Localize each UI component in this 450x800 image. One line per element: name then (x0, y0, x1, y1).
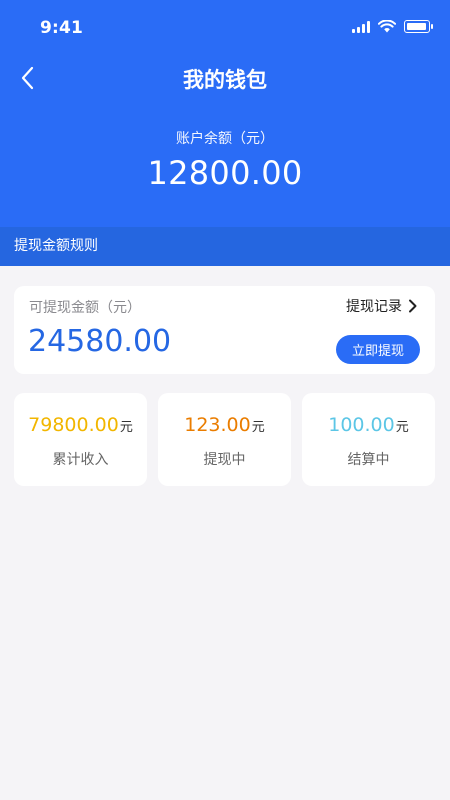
stat-unit: 元 (119, 420, 133, 435)
battery-icon (404, 20, 433, 33)
header: 9:41 我的钱包 账户余额（元） 12800.00 (0, 0, 450, 227)
status-icons (352, 20, 433, 33)
withdraw-rules-link[interactable]: 提现金额规则 (0, 227, 450, 266)
withdrawable-amount: 24580.00 (28, 324, 172, 359)
status-time: 9:41 (40, 18, 84, 38)
signal-icon (352, 20, 370, 33)
balance-value: 12800.00 (147, 154, 303, 192)
stat-card-withdrawing: 123.00元 提现中 (158, 393, 291, 486)
chevron-right-icon (409, 299, 417, 313)
withdraw-record-link[interactable]: 提现记录 (346, 296, 417, 316)
balance-label: 账户余额（元） (176, 131, 274, 147)
page-title: 我的钱包 (183, 68, 267, 92)
stat-value: 79800.00元 (14, 414, 147, 436)
stat-unit: 元 (251, 420, 265, 435)
nav-bar: 我的钱包 (0, 56, 450, 100)
withdraw-record-label: 提现记录 (346, 299, 402, 315)
status-bar: 9:41 (0, 0, 450, 56)
stat-card-total-income: 79800.00元 累计收入 (14, 393, 147, 486)
wifi-icon (378, 20, 396, 33)
wallet-screen: 9:41 我的钱包 账户余额（元） 12800.00 提现金额规则 可提现金额（… (0, 0, 450, 800)
withdraw-card: 可提现金额（元） 提现记录 24580.00 立即提现 (14, 286, 435, 374)
stat-card-settling: 100.00元 结算中 (302, 393, 435, 486)
stat-label: 结算中 (347, 452, 390, 468)
stat-unit: 元 (395, 420, 409, 435)
withdraw-now-button[interactable]: 立即提现 (336, 335, 420, 364)
stat-number: 123.00 (184, 414, 251, 436)
stat-label: 提现中 (203, 452, 246, 468)
stat-value: 100.00元 (302, 414, 435, 436)
withdrawable-label: 可提现金额（元） (29, 300, 141, 316)
stat-value: 123.00元 (158, 414, 291, 436)
stat-label: 累计收入 (52, 452, 109, 468)
stat-number: 100.00 (328, 414, 395, 436)
stat-number: 79800.00 (28, 414, 119, 436)
